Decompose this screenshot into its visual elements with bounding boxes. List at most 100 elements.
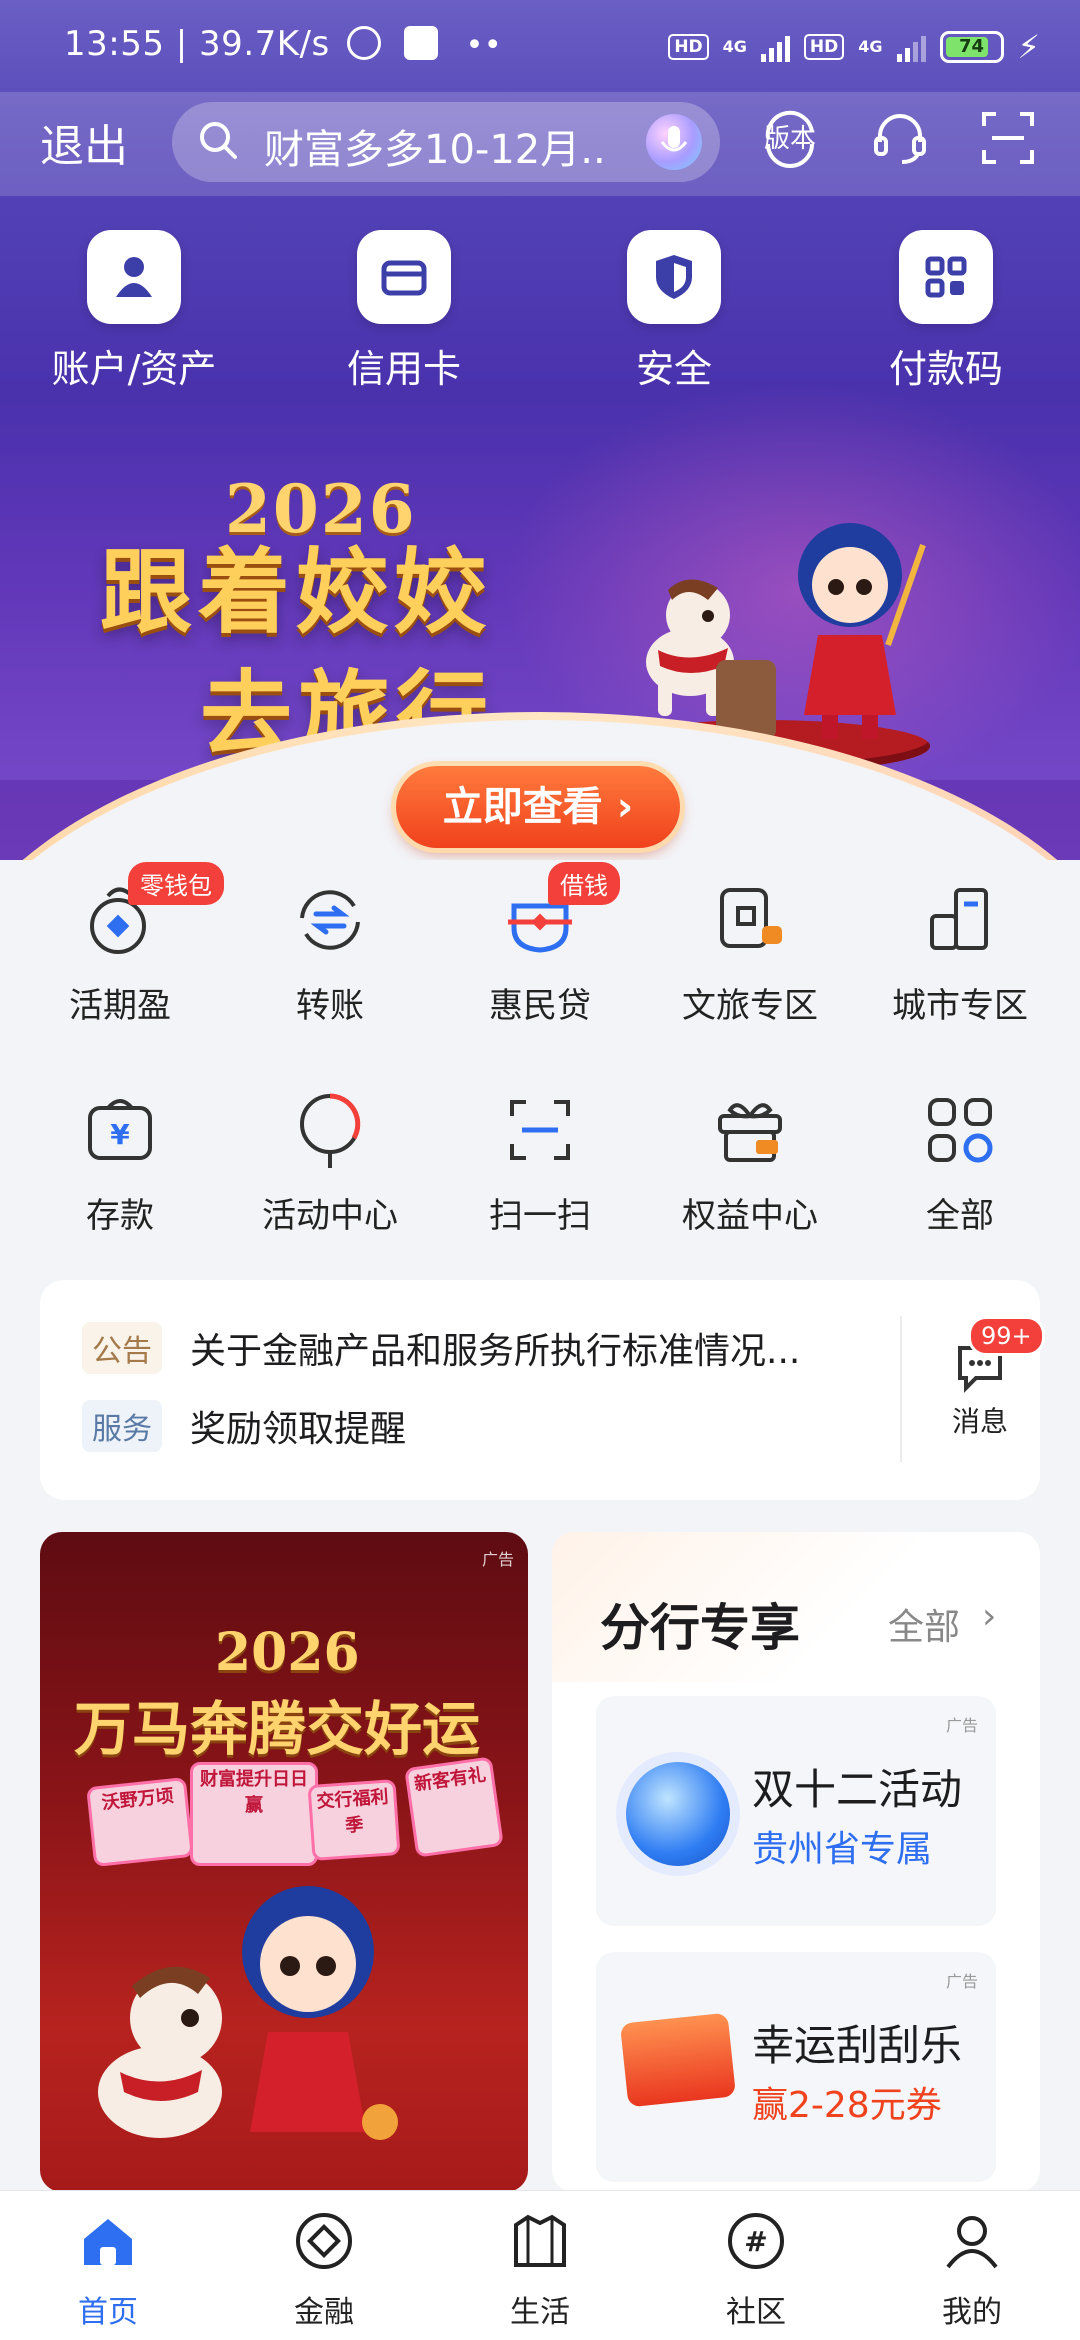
transfer-icon xyxy=(288,878,372,962)
profile-icon xyxy=(946,2216,998,2269)
promo-tile-text: 新客有礼 xyxy=(413,1764,488,1796)
hd-badge-2: HD xyxy=(803,34,845,60)
quick-security[interactable]: 安全 xyxy=(584,230,764,393)
service-culture-travel[interactable]: 文旅专区 xyxy=(660,878,840,1027)
tab-home[interactable]: 首页 xyxy=(33,2209,183,2331)
tab-label: 金融 xyxy=(294,2295,354,2330)
quick-account-assets[interactable]: 账户/资产 xyxy=(44,230,224,393)
scan-icon xyxy=(498,1088,582,1172)
quick-label: 安全 xyxy=(635,347,712,391)
service-benefits-center[interactable]: 权益中心 xyxy=(660,1088,840,1237)
promo-year: 2026 xyxy=(215,1622,360,1683)
promo-tile-text: 交行福利季 xyxy=(315,1786,390,1837)
girl-mascot xyxy=(242,1886,398,2140)
branch-item-double12[interactable]: 广告 双十二活动 贵州省专属 xyxy=(596,1696,996,1926)
notice-service[interactable]: 服务 奖励领取提醒 xyxy=(82,1400,850,1452)
grid-icon xyxy=(918,1088,1002,1172)
tab-life[interactable]: 生活 xyxy=(465,2209,615,2331)
home-icon xyxy=(84,2219,132,2265)
svg-text:#: # xyxy=(744,2225,767,2258)
service-huoqiying[interactable]: 零钱包 活期盈 xyxy=(30,862,224,1027)
notice-tag: 服务 xyxy=(82,1400,162,1452)
service-label: 扫一扫 xyxy=(489,1196,591,1236)
app-notification-icon xyxy=(404,26,439,60)
promo-tile: 交行福利季 xyxy=(307,1779,401,1861)
credit-card-icon xyxy=(357,230,451,324)
search-icon xyxy=(200,122,237,159)
ad-label: 广告 xyxy=(945,1972,978,1991)
balloon-icon xyxy=(288,1088,372,1172)
user-icon xyxy=(87,230,181,324)
loan-icon: 借钱 xyxy=(498,862,620,962)
quick-credit-card[interactable]: 信用卡 xyxy=(314,230,494,393)
status-bar: 13:55 | 39.7K/s •• HD 4G HD 4G 74 ⚡ xyxy=(0,0,1080,92)
service-label: 权益中心 xyxy=(682,1196,818,1236)
piggy-icon: 零钱包 xyxy=(78,862,224,962)
branch-item-title: 双十二活动 xyxy=(752,1765,963,1814)
qr-code-icon xyxy=(899,230,993,324)
service-deposit[interactable]: ¥ 存款 xyxy=(30,1088,210,1237)
notice-tag: 公告 xyxy=(82,1322,162,1374)
search-bar[interactable]: 财富多多10-12月... xyxy=(172,102,720,182)
branch-item-scratch[interactable]: 广告 幸运刮刮乐 赢2-28元券 xyxy=(596,1952,996,2182)
tab-profile[interactable]: 我的 xyxy=(897,2209,1047,2331)
tab-community[interactable]: # 社区 xyxy=(681,2209,831,2331)
network-type-2: 4G xyxy=(858,37,883,56)
battery-icon: 74 xyxy=(939,31,1004,63)
network-type-1: 4G xyxy=(722,37,747,56)
promo-tile-text: 沃野万顷 xyxy=(100,1785,175,1814)
customer-service-icon[interactable] xyxy=(868,106,932,170)
service-activity-center[interactable]: 活动中心 xyxy=(240,1088,420,1237)
exit-button[interactable]: 退出 xyxy=(40,110,128,174)
ad-label: 广告 xyxy=(945,1716,978,1735)
view-now-button[interactable]: 立即查看 › xyxy=(396,766,680,848)
service-transfer[interactable]: 转账 xyxy=(240,878,420,1027)
service-badge: 借钱 xyxy=(548,862,620,905)
service-huiminloan[interactable]: 借钱 惠民贷 xyxy=(450,862,630,1027)
top-bar: 退出 财富多多10-12月... 版本 xyxy=(0,92,1080,196)
more-notifications-icon: •• xyxy=(465,28,503,63)
tab-finance[interactable]: 金融 xyxy=(249,2209,399,2331)
branch-exclusive-card: 分行专享 全部 › 广告 双十二活动 贵州省专属 广告 幸运刮刮乐 赢2-28元… xyxy=(552,1532,1040,2192)
water-drop-coin-icon xyxy=(626,1762,730,1866)
notice-card: 公告 关于金融产品和服务所执行标准情况... 服务 奖励领取提醒 消息 99+ xyxy=(40,1280,1045,1500)
life-icon xyxy=(514,2214,566,2267)
promo-title: 万马奔腾交好运 xyxy=(74,1695,481,1763)
banner-title-line1: 跟着姣姣 xyxy=(100,539,493,646)
notice-announcement[interactable]: 公告 关于金融产品和服务所执行标准情况... xyxy=(82,1322,850,1374)
service-scan[interactable]: 扫一扫 xyxy=(450,1088,630,1237)
branch-item-subtitle: 赢2-28元券 xyxy=(752,2085,942,2126)
notice-text: 关于金融产品和服务所执行标准情况... xyxy=(190,1331,801,1372)
community-icon: # xyxy=(728,2213,784,2269)
finance-icon xyxy=(296,2213,352,2269)
service-city[interactable]: 城市专区 xyxy=(870,878,1050,1027)
service-label: 存款 xyxy=(86,1196,154,1236)
tab-label: 社区 xyxy=(726,2295,786,2330)
service-label: 城市专区 xyxy=(892,986,1028,1026)
signal-icon-1 xyxy=(760,32,790,62)
deposit-icon: ¥ xyxy=(78,1088,162,1172)
version-icon[interactable]: 版本 xyxy=(758,106,822,170)
hd-badge-1: HD xyxy=(668,34,709,60)
tab-label: 生活 xyxy=(510,2295,570,2330)
quick-payment-code[interactable]: 付款码 xyxy=(856,230,1036,393)
scan-frame-icon[interactable] xyxy=(976,106,1040,170)
scratch-ticket-icon xyxy=(619,2012,737,2108)
branch-item-title: 幸运刮刮乐 xyxy=(752,2021,963,2070)
branch-item-subtitle: 贵州省专属 xyxy=(752,1829,933,1870)
service-badge: 零钱包 xyxy=(128,862,224,905)
status-right: HD 4G HD 4G 74 ⚡ xyxy=(668,28,1040,66)
signal-icon-2 xyxy=(896,32,926,62)
banner-year: 2026 xyxy=(225,470,417,548)
gift-icon xyxy=(708,1088,792,1172)
service-label: 活期盈 xyxy=(69,986,171,1026)
voice-assistant-icon[interactable] xyxy=(646,114,702,170)
chevron-right-icon[interactable]: › xyxy=(982,1596,996,1637)
promo-tile: 沃野万顷 xyxy=(86,1776,194,1868)
promo-card-lucky-horse[interactable]: 广告 2026 万马奔腾交好运 沃野万顷 财富提升日日赢 交行福利季 新客有礼 xyxy=(40,1532,528,2192)
status-time: 13:55 | 39.7K/s xyxy=(64,24,330,64)
branch-title: 分行专享 xyxy=(600,1599,800,1657)
service-all[interactable]: 全部 xyxy=(870,1088,1050,1237)
ad-label: 广告 xyxy=(481,1550,514,1569)
branch-all-link[interactable]: 全部 xyxy=(888,1598,960,1650)
